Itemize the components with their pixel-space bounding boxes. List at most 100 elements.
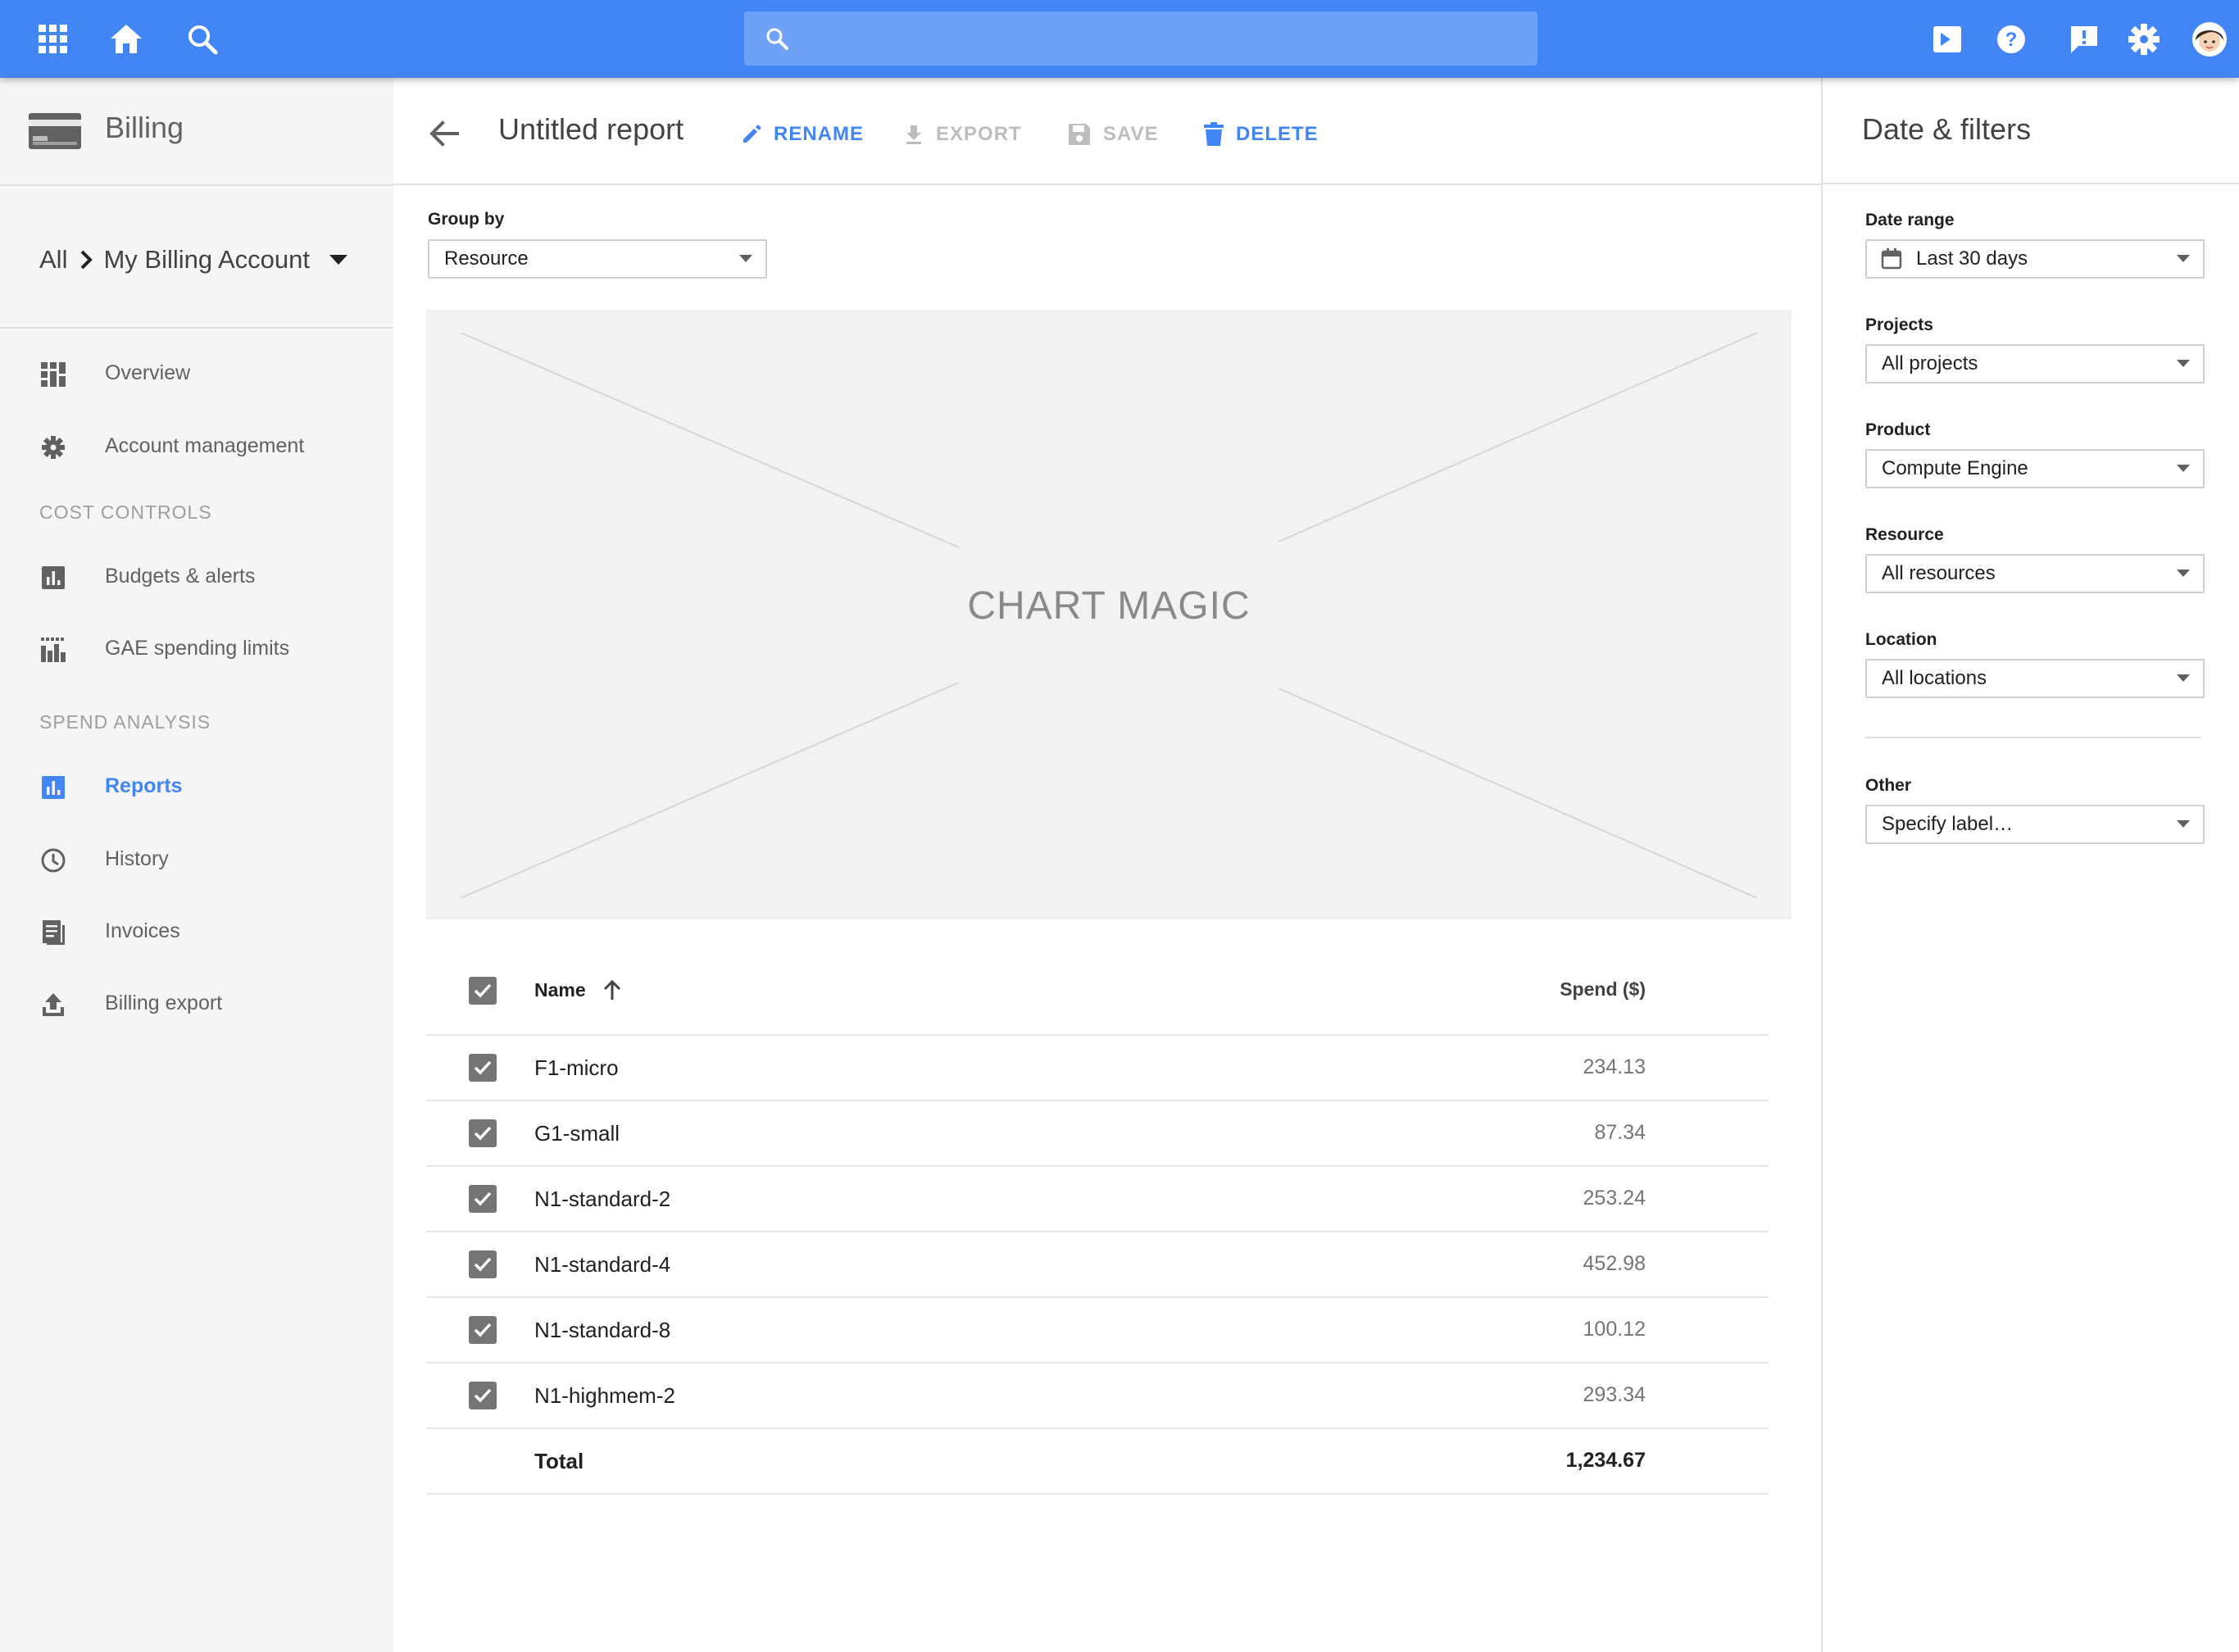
other-label-select[interactable]: Specify label… <box>1865 805 2205 844</box>
row-checkbox[interactable] <box>469 1316 497 1344</box>
nav-item-invoices[interactable]: Invoices <box>0 903 393 960</box>
delete-button[interactable]: DELETE <box>1203 120 1319 148</box>
report-toolbar: Untitled report RENAME EXPORT SAVE DELET… <box>393 78 1821 185</box>
projects-select[interactable]: All projects <box>1865 344 2205 384</box>
chevron-right-icon <box>81 250 93 270</box>
table-row[interactable]: F1-micro 234.13 <box>426 1036 1769 1101</box>
credit-card-icon <box>29 113 81 149</box>
clock-icon <box>41 848 66 873</box>
dropdown-caret-icon <box>2177 360 2190 367</box>
nav-item-overview[interactable]: Overview <box>0 345 393 402</box>
nav-item-billing-export[interactable]: Billing export <box>0 975 393 1032</box>
chart-placeholder: CHART MAGIC <box>426 310 1792 919</box>
date-range-select[interactable]: Last 30 days <box>1865 239 2205 279</box>
nav-label: Overview <box>105 361 191 384</box>
dropdown-caret-icon <box>2177 570 2190 577</box>
row-checkbox[interactable] <box>469 1250 497 1278</box>
nav-item-account-management[interactable]: Account management <box>0 418 393 475</box>
row-name: N1-standard-4 <box>534 1252 671 1277</box>
name-column-header[interactable]: Name <box>534 979 586 1001</box>
download-icon <box>906 125 921 144</box>
home-icon[interactable] <box>106 19 147 60</box>
dropdown-caret-icon <box>2177 820 2190 828</box>
nav-item-reports[interactable]: Reports <box>0 758 393 815</box>
row-name: N1-standard-2 <box>534 1187 671 1211</box>
spend-column-header[interactable]: Spend ($) <box>1560 978 1646 1001</box>
top-app-bar: ? <box>0 0 2239 78</box>
billing-account-name[interactable]: My Billing Account <box>103 245 310 275</box>
group-by-select[interactable]: Resource <box>428 239 767 279</box>
other-label: Other <box>1865 776 1912 795</box>
reports-icon <box>42 776 65 799</box>
export-button[interactable]: EXPORT <box>903 120 1022 148</box>
nav-item-budgets-alerts[interactable]: Budgets & alerts <box>0 548 393 606</box>
user-avatar[interactable] <box>2189 19 2230 60</box>
dropdown-arrow-icon[interactable] <box>328 253 349 266</box>
row-checkbox[interactable] <box>469 1382 497 1409</box>
filters-title: Date & filters <box>1862 112 2032 146</box>
back-arrow-icon[interactable] <box>428 117 461 150</box>
dropdown-caret-icon <box>2177 255 2190 262</box>
nav-label: Budgets & alerts <box>105 565 256 588</box>
invoice-icon <box>43 920 65 945</box>
table-total-row: Total 1,234.67 <box>426 1429 1769 1495</box>
row-checkbox[interactable] <box>469 1054 497 1082</box>
limits-icon <box>41 638 66 662</box>
section-header-cost-controls: COST CONTROLS <box>39 502 212 523</box>
nav-label: Billing export <box>105 992 223 1014</box>
nav-label: Reports <box>105 774 183 797</box>
dropdown-caret-icon <box>739 255 752 262</box>
help-icon[interactable]: ? <box>1991 19 2032 60</box>
total-label: Total <box>534 1449 584 1473</box>
settings-icon[interactable] <box>2123 19 2164 60</box>
location-value: All locations <box>1882 667 1987 689</box>
rename-button[interactable]: RENAME <box>741 120 864 148</box>
save-button[interactable]: SAVE <box>1067 120 1159 148</box>
table-row[interactable]: N1-standard-2 253.24 <box>426 1167 1769 1232</box>
chart-placeholder-text: CHART MAGIC <box>967 584 1251 628</box>
gear-icon <box>42 436 65 459</box>
breadcrumb-root[interactable]: All <box>39 245 67 275</box>
trash-icon <box>1204 122 1224 146</box>
location-label: Location <box>1865 630 1937 649</box>
row-checkbox[interactable] <box>469 1185 497 1213</box>
row-name: G1-small <box>534 1121 620 1146</box>
cloud-shell-icon[interactable] <box>1927 19 1968 60</box>
table-row[interactable]: G1-small 87.34 <box>426 1101 1769 1167</box>
nav-label: GAE spending limits <box>105 637 290 660</box>
svg-text:?: ? <box>2005 29 2018 51</box>
resource-value: All resources <box>1882 562 1996 584</box>
left-sidebar: Billing All My Billing Account Overview <box>0 78 393 1652</box>
account-selector[interactable]: All My Billing Account <box>39 239 349 280</box>
projects-value: All projects <box>1882 352 1978 374</box>
pencil-icon <box>743 125 761 143</box>
group-by-value: Resource <box>444 247 529 270</box>
sidebar-header: Billing <box>0 78 393 186</box>
table-row[interactable]: N1-standard-4 452.98 <box>426 1232 1769 1298</box>
save-label: SAVE <box>1103 123 1159 145</box>
row-spend: 293.34 <box>1583 1383 1646 1406</box>
select-all-checkbox[interactable] <box>469 977 497 1005</box>
feedback-icon[interactable] <box>2064 19 2105 60</box>
row-spend: 100.12 <box>1583 1318 1646 1341</box>
table-row[interactable]: N1-standard-8 100.12 <box>426 1298 1769 1364</box>
nav-label: History <box>105 847 169 870</box>
apps-grid-icon[interactable] <box>33 19 74 60</box>
product-select[interactable]: Compute Engine <box>1865 449 2205 488</box>
filters-divider <box>1823 183 2239 184</box>
search-icon[interactable] <box>182 19 223 60</box>
row-checkbox[interactable] <box>469 1119 497 1147</box>
dropdown-caret-icon <box>2177 465 2190 472</box>
floppy-disk-icon <box>1069 124 1090 145</box>
nav-item-history[interactable]: History <box>0 831 393 888</box>
delete-label: DELETE <box>1236 123 1319 145</box>
sort-ascending-icon[interactable] <box>602 978 623 1001</box>
upload-icon <box>43 993 64 1016</box>
location-select[interactable]: All locations <box>1865 659 2205 698</box>
nav-item-gae-spending-limits[interactable]: GAE spending limits <box>0 620 393 678</box>
search-input[interactable] <box>744 11 1537 66</box>
resource-select[interactable]: All resources <box>1865 554 2205 593</box>
table-row[interactable]: N1-highmem-2 293.34 <box>426 1364 1769 1429</box>
projects-label: Projects <box>1865 315 1933 334</box>
export-label: EXPORT <box>936 123 1022 145</box>
